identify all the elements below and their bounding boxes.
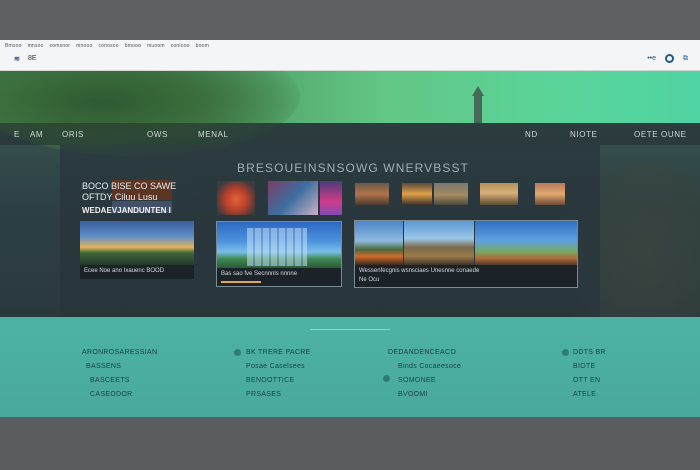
site-footer: ARONROSARESSIAN BASSENS BASCEETS CASEODO… bbox=[0, 317, 700, 417]
featured-caption-text: Bas sao fve Secnnnls nnnne bbox=[221, 271, 298, 277]
desktop-background bbox=[0, 417, 700, 470]
promo-text: BOCO BISE CO SAWE OFTDY Ciluu Lusu WEDAE… bbox=[82, 181, 192, 216]
footer-link[interactable]: SOMONEE bbox=[388, 374, 461, 388]
gallery-thumb[interactable] bbox=[268, 181, 318, 215]
featured-image[interactable] bbox=[404, 221, 474, 265]
footer-column: DEDANDENCEACO Binds Cocaeesoce SOMONEE B… bbox=[388, 346, 461, 402]
nav-item[interactable]: NIOTE bbox=[570, 130, 597, 139]
glass-building-graphic bbox=[247, 228, 307, 266]
footer-column: BK TRERE PACRE Posae Caselsees BENOOTTIC… bbox=[246, 346, 311, 402]
footer-column-title: DEDANDENCEACO bbox=[388, 349, 457, 356]
promo-caption-text: Ecee Noe ano Ixauenc BOOD bbox=[84, 268, 165, 274]
browser-toolbar: Bmsoo mnsoo comsnor mnooo conosoo bmooo … bbox=[0, 40, 700, 71]
footer-link[interactable]: OTT EN bbox=[573, 374, 606, 388]
featured-image[interactable] bbox=[355, 221, 403, 265]
footer-column: DDTS BR BIOTE OTT EN ATELE bbox=[573, 346, 606, 402]
bookmark-item[interactable]: bmooo bbox=[125, 43, 141, 49]
share-icon[interactable]: ⧉ bbox=[683, 55, 688, 63]
promo-caption: Ecee Noe ano Ixauenc BOOD bbox=[80, 265, 194, 279]
accent-line bbox=[221, 281, 261, 283]
promo-image[interactable] bbox=[80, 221, 194, 265]
site-logo[interactable]: 8E bbox=[28, 55, 37, 62]
footer-link[interactable]: CASEODOR bbox=[82, 388, 157, 402]
bookmark-item[interactable]: Bmsoo bbox=[5, 43, 22, 49]
bookmark-item[interactable]: conlooo bbox=[171, 43, 190, 49]
featured-caption-sub: Ne Ocu bbox=[359, 277, 380, 283]
footer-column: ARONROSARESSIAN BASSENS BASCEETS CASEODO… bbox=[82, 346, 157, 402]
gallery-thumb[interactable] bbox=[217, 181, 255, 215]
footer-link[interactable]: BASSENS bbox=[82, 360, 157, 374]
extension-icon[interactable]: ••e bbox=[647, 55, 656, 62]
bookmark-item[interactable]: boom bbox=[196, 43, 209, 49]
nav-item[interactable]: ND bbox=[525, 130, 538, 139]
featured-image[interactable] bbox=[475, 221, 577, 265]
menu-icon[interactable]: ≋ bbox=[14, 55, 20, 63]
gallery-thumb[interactable] bbox=[355, 183, 389, 205]
footer-link[interactable]: PRSASES bbox=[246, 388, 311, 402]
footer-bullet-icon bbox=[562, 349, 569, 356]
gallery-thumb[interactable] bbox=[535, 183, 565, 205]
footer-bullet-icon bbox=[234, 349, 241, 356]
footer-link[interactable]: BIOTE bbox=[573, 360, 606, 374]
nav-item[interactable]: OWS bbox=[147, 130, 168, 139]
nav-item[interactable]: OETE OUNE bbox=[634, 130, 687, 139]
tower-graphic bbox=[472, 86, 484, 123]
bookmark-item[interactable]: mnooo bbox=[76, 43, 92, 49]
gallery-thumb[interactable] bbox=[402, 183, 432, 205]
footer-column-title: DDTS BR bbox=[573, 349, 606, 356]
site-nav: E AM ORIS OWS MENAL ND NIOTE OETE OUNE bbox=[0, 123, 700, 145]
gallery-thumb[interactable] bbox=[434, 183, 468, 205]
bookmark-item[interactable]: conosoo bbox=[98, 43, 118, 49]
footer-link[interactable]: BENOOTTICE bbox=[246, 374, 311, 388]
footer-divider bbox=[310, 329, 390, 330]
promo-line: WEDAEVJANDUNTEN I bbox=[82, 206, 171, 215]
footer-link[interactable]: Posae Caselsees bbox=[246, 360, 311, 374]
nav-icon[interactable]: E bbox=[14, 130, 20, 139]
featured-caption-text: Wessenfecgnis wsnsciaes Unesnne conaede bbox=[359, 268, 480, 274]
gallery-thumb[interactable] bbox=[480, 183, 518, 205]
footer-link[interactable]: ATELE bbox=[573, 388, 606, 402]
promo-line: BOCO BISE CO SAWE bbox=[82, 181, 177, 191]
footer-column-title: ARONROSARESSIAN bbox=[82, 349, 158, 356]
footer-column-title: BK TRERE PACRE bbox=[246, 349, 311, 356]
featured-caption: Bas sao fve Secnnnls nnnne bbox=[217, 268, 341, 286]
footer-link[interactable]: BASCEETS bbox=[82, 374, 157, 388]
gallery-thumb[interactable] bbox=[320, 181, 342, 215]
featured-caption: Wessenfecgnis wsnsciaes Unesnne conaede … bbox=[355, 265, 577, 287]
nav-item[interactable]: ORIS bbox=[62, 130, 84, 139]
footer-link[interactable]: BVOOMI bbox=[388, 388, 461, 402]
bookmark-item[interactable]: mnsoo bbox=[28, 43, 44, 49]
toolbar-icons: ••e ⧉ bbox=[647, 54, 688, 63]
promo-line: OFTDY Ciluu Lusu bbox=[82, 192, 158, 202]
bookmarks-bar: Bmsoo mnsoo comsnor mnooo conosoo bmooo … bbox=[5, 43, 209, 49]
bookmark-item[interactable]: comsnor bbox=[50, 43, 71, 49]
profile-icon[interactable] bbox=[665, 54, 674, 63]
footer-link[interactable]: Binds Cocaeesoce bbox=[388, 360, 461, 374]
nav-item[interactable]: AM bbox=[30, 130, 43, 139]
bookmark-item[interactable]: muoom bbox=[147, 43, 165, 49]
nav-item[interactable]: MENAL bbox=[198, 130, 229, 139]
page-headline: BRESOUEINSNSOWG WNERVBSST bbox=[237, 161, 469, 175]
